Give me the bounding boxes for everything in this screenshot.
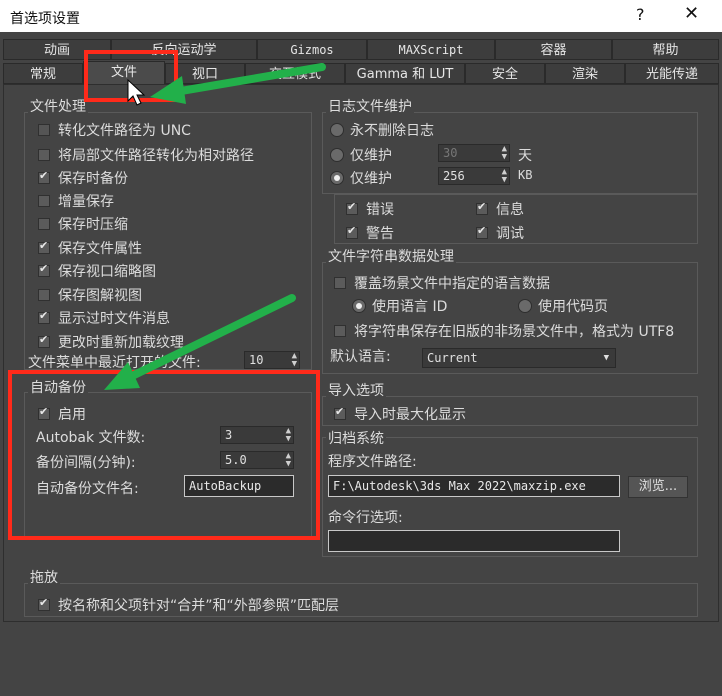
log-level-warning[interactable]: 警告 bbox=[346, 223, 394, 243]
tab-maxscript[interactable]: MAXScript bbox=[367, 39, 495, 60]
log-maintenance-title: 日志文件维护 bbox=[326, 96, 414, 116]
help-icon[interactable]: ? bbox=[636, 5, 645, 24]
radio[interactable] bbox=[330, 171, 344, 185]
log-level-error[interactable]: 错误 bbox=[346, 199, 394, 219]
checkbox[interactable] bbox=[38, 218, 50, 230]
program-path-input[interactable]: F:\Autodesk\3ds Max 2022\maxzip.exe bbox=[328, 475, 620, 497]
option-backup-on-save[interactable]: 保存时备份 bbox=[38, 168, 128, 188]
file-handling-title: 文件处理 bbox=[28, 96, 88, 116]
option-incremental-save[interactable]: 增量保存 bbox=[38, 191, 114, 211]
tab-help[interactable]: 帮助 bbox=[612, 39, 719, 60]
option-unc[interactable]: 转化文件路径为 UNC bbox=[38, 120, 191, 140]
highlight-box-files-tab bbox=[84, 50, 178, 102]
match-layers-option[interactable]: 按名称和父项针对“合并”和“外部参照”匹配层 bbox=[38, 595, 339, 615]
checkbox[interactable] bbox=[38, 195, 50, 207]
checkbox[interactable] bbox=[476, 224, 488, 239]
default-language-label: 默认语言: bbox=[330, 349, 391, 365]
log-never-delete[interactable]: 永不删除日志 bbox=[330, 120, 434, 140]
use-language-id[interactable]: 使用语言 ID bbox=[352, 296, 447, 316]
checkbox[interactable] bbox=[346, 224, 358, 239]
chevron-down-icon[interactable]: ▼ bbox=[604, 349, 609, 367]
checkbox[interactable] bbox=[38, 169, 50, 184]
kb-unit: KB bbox=[518, 168, 533, 182]
log-level-debug[interactable]: 调试 bbox=[476, 223, 524, 243]
browse-button[interactable]: 浏览... bbox=[628, 476, 688, 498]
archive-title: 归档系统 bbox=[326, 428, 386, 448]
option-save-viewport-thumbnail[interactable]: 保存视口缩略图 bbox=[38, 261, 156, 281]
string-handling-title: 文件字符串数据处理 bbox=[326, 246, 456, 266]
highlight-box-auto-backup bbox=[8, 370, 320, 540]
option-compress-on-save[interactable]: 保存时压缩 bbox=[38, 214, 128, 234]
radio[interactable] bbox=[352, 299, 366, 313]
checkbox[interactable] bbox=[38, 309, 50, 324]
log-kb-spinner[interactable]: 256 ▲ ▼ bbox=[438, 167, 510, 185]
checkbox[interactable] bbox=[38, 289, 50, 301]
days-unit: 天 bbox=[518, 148, 532, 164]
checkbox[interactable] bbox=[334, 277, 346, 289]
radio[interactable] bbox=[518, 299, 532, 313]
log-level-info[interactable]: 信息 bbox=[476, 199, 524, 219]
spinner-arrows-icon[interactable]: ▲ ▼ bbox=[292, 352, 297, 369]
checkbox[interactable] bbox=[38, 333, 50, 348]
title-bar: 首选项设置 ? ✕ bbox=[0, 0, 722, 32]
tab-security[interactable]: 安全 bbox=[465, 63, 545, 84]
save-utf8[interactable]: 将字符串保存在旧版的非场景文件中，格式为 UTF8 bbox=[334, 321, 674, 341]
tab-interaction-mode[interactable]: 交互模式 bbox=[245, 63, 345, 84]
tab-general[interactable]: 常规 bbox=[3, 63, 83, 84]
spinner-arrows-icon[interactable]: ▲ ▼ bbox=[502, 145, 507, 162]
tab-gamma-lut[interactable]: Gamma 和 LUT bbox=[345, 63, 465, 84]
checkbox[interactable] bbox=[38, 596, 50, 611]
checkbox[interactable] bbox=[334, 325, 346, 337]
option-save-schematic-view[interactable]: 保存图解视图 bbox=[38, 285, 142, 305]
tab-radiosity[interactable]: 光能传递 bbox=[625, 63, 719, 84]
checkbox[interactable] bbox=[476, 200, 488, 215]
checkbox[interactable] bbox=[334, 405, 346, 420]
use-codepage[interactable]: 使用代码页 bbox=[518, 296, 608, 316]
option-obsolete-file-message[interactable]: 显示过时文件消息 bbox=[38, 308, 170, 328]
log-keep-kb[interactable]: 仅维护 bbox=[330, 168, 392, 188]
override-language-data[interactable]: 覆盖场景文件中指定的语言数据 bbox=[334, 273, 550, 293]
window-title: 首选项设置 bbox=[10, 11, 80, 27]
import-options-title: 导入选项 bbox=[326, 380, 386, 400]
spinner-arrows-icon[interactable]: ▲ ▼ bbox=[502, 168, 507, 185]
drag-drop-title: 拖放 bbox=[28, 567, 60, 587]
tab-container[interactable]: 容器 bbox=[495, 39, 612, 60]
cmdline-label: 命令行选项: bbox=[328, 510, 403, 526]
log-keep-days[interactable]: 仅维护 bbox=[330, 145, 392, 165]
radio[interactable] bbox=[330, 123, 344, 137]
log-days-spinner[interactable]: 30 ▲ ▼ bbox=[438, 144, 510, 162]
option-relative-path[interactable]: 将局部文件路径转化为相对路径 bbox=[38, 145, 254, 165]
checkbox[interactable] bbox=[346, 200, 358, 215]
checkbox[interactable] bbox=[38, 239, 50, 254]
option-reload-textures[interactable]: 更改时重新加载纹理 bbox=[38, 332, 184, 352]
checkbox[interactable] bbox=[38, 124, 50, 136]
close-icon[interactable]: ✕ bbox=[684, 3, 699, 24]
tab-gizmos[interactable]: Gizmos bbox=[257, 39, 367, 60]
import-maximize[interactable]: 导入时最大化显示 bbox=[334, 404, 466, 424]
recent-files-spinner[interactable]: 10 ▲ ▼ bbox=[244, 351, 300, 369]
program-path-label: 程序文件路径: bbox=[328, 454, 417, 470]
checkbox[interactable] bbox=[38, 149, 50, 161]
cmdline-input[interactable] bbox=[328, 530, 620, 552]
radio[interactable] bbox=[330, 148, 344, 162]
checkbox[interactable] bbox=[38, 262, 50, 277]
tab-rendering[interactable]: 渲染 bbox=[545, 63, 625, 84]
option-save-file-properties[interactable]: 保存文件属性 bbox=[38, 238, 142, 258]
default-language-select[interactable]: Current ▼ bbox=[422, 348, 616, 368]
recent-files-label: 文件菜单中最近打开的文件: bbox=[28, 355, 201, 371]
